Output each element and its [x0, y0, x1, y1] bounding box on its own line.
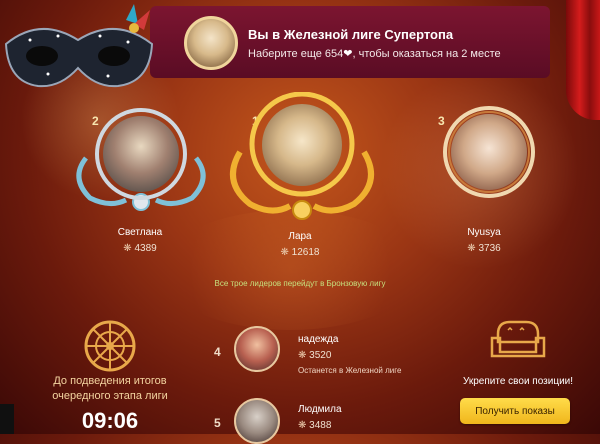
heart-icon: ❤: [343, 48, 353, 60]
list-status: Останется в Железной лиге: [298, 366, 402, 375]
leader-name: Лара: [288, 231, 312, 242]
gear-icon: ❋: [298, 420, 307, 431]
curtain-decoration: [566, 0, 600, 120]
leader-name: Светлана: [117, 227, 163, 238]
countdown-timer: 09:06: [81, 408, 139, 433]
list-score: ❋ 3488: [298, 420, 332, 431]
leader-photo: [103, 116, 179, 192]
gear-icon: ❋: [123, 243, 132, 254]
current-user-avatar[interactable]: [184, 16, 238, 70]
avatar: [234, 398, 280, 444]
avatar: [234, 326, 280, 372]
leader-score: ❋ 4389: [123, 243, 157, 254]
sofa-icon: [490, 320, 546, 358]
leader-score: ❋ 12618: [280, 247, 320, 258]
gear-icon: ❋: [467, 243, 476, 254]
list-name: Людмила: [298, 404, 342, 415]
leader-score: ❋ 3736: [467, 243, 501, 254]
list-score: ❋ 3520: [298, 350, 332, 361]
league-title: Вы в Железной лиге Супертопа: [248, 27, 454, 42]
list-rank: 4: [214, 345, 221, 359]
leader-photo: [262, 104, 342, 186]
mask-icon: [4, 4, 154, 88]
wheel-icon: [84, 320, 136, 372]
list-name: надежда: [298, 334, 339, 345]
edge-block: [0, 404, 14, 434]
leader-photo: [451, 114, 527, 190]
countdown-label: До подведения итогов очередного этапа ли…: [52, 375, 168, 402]
list-rank: 5: [214, 416, 221, 430]
gear-icon: ❋: [298, 350, 307, 361]
get-impressions-button[interactable]: Получить показы: [460, 398, 570, 424]
cta-text: Укрепите свои позиции!: [462, 376, 574, 387]
promotion-note: Все трое лидеров перейдут в Бронзовую ли…: [214, 279, 386, 288]
league-subtitle: Наберите еще 654❤, чтобы оказаться на 2 …: [248, 48, 501, 60]
leader-name: Nyusya: [467, 227, 501, 238]
gear-icon: ❋: [280, 247, 289, 258]
